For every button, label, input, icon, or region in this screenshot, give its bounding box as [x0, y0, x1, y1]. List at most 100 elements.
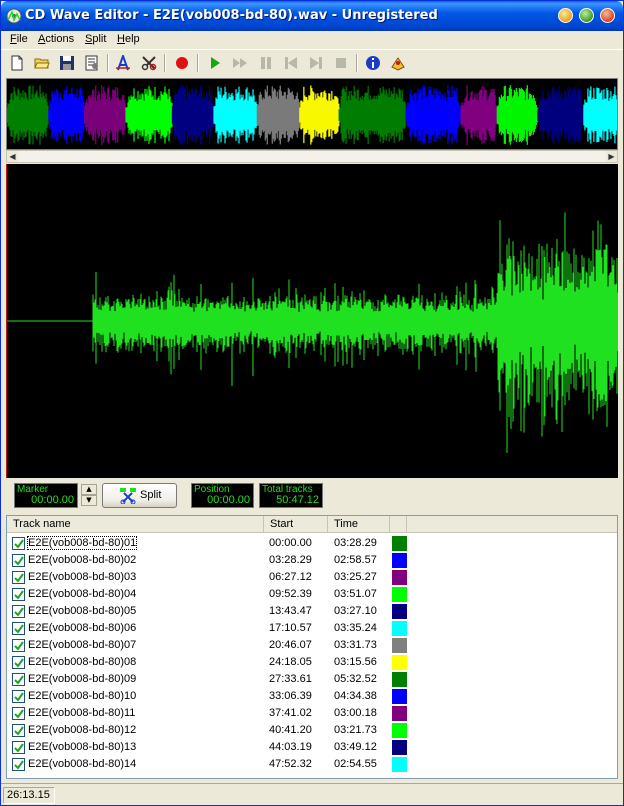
track-row[interactable]: E2E(vob008-bd-80)11 37:41.02 03:00.18	[7, 705, 617, 722]
track-color-swatch	[392, 621, 407, 636]
track-row[interactable]: E2E(vob008-bd-80)10 33:06.39 04:34.38	[7, 688, 617, 705]
column-header-start[interactable]: Start	[264, 516, 328, 533]
help-book-icon[interactable]	[388, 53, 408, 73]
menu-actions[interactable]: Actions	[38, 33, 74, 45]
column-header-track-name[interactable]: Track name	[7, 516, 264, 533]
track-start: 47:52.32	[269, 758, 312, 770]
track-row[interactable]: E2E(vob008-bd-80)08 24:18.05 03:15.56	[7, 654, 617, 671]
track-row[interactable]: E2E(vob008-bd-80)07 20:46.07 03:31.73	[7, 637, 617, 654]
track-color-swatch	[392, 706, 407, 721]
track-start: 37:41.02	[269, 707, 312, 719]
track-checkbox[interactable]	[12, 554, 25, 567]
checkmark-icon	[14, 573, 24, 583]
info-icon[interactable]	[363, 53, 383, 73]
track-name: E2E(vob008-bd-80)04	[28, 588, 137, 600]
record-icon[interactable]	[172, 53, 192, 73]
scroll-left-icon[interactable]: ◀	[7, 151, 18, 162]
column-header-time[interactable]: Time	[328, 516, 390, 533]
track-time: 03:31.73	[334, 639, 377, 651]
close-button[interactable]	[600, 8, 615, 23]
checkmark-icon	[14, 556, 24, 566]
track-row[interactable]: E2E(vob008-bd-80)06 17:10.57 03:35.24	[7, 620, 617, 637]
split-marker-icon[interactable]	[139, 53, 159, 73]
track-name: E2E(vob008-bd-80)11	[28, 707, 136, 719]
track-start: 33:06.39	[269, 690, 312, 702]
overview-track-segment	[496, 85, 538, 145]
menu-split[interactable]: Split	[85, 33, 106, 45]
scroll-right-icon[interactable]: ▶	[606, 151, 617, 162]
track-overview-waveform[interactable]	[6, 78, 618, 150]
play-icon[interactable]	[205, 53, 225, 73]
track-list[interactable]: Track name Start Time E2E(vob008-bd-80)0…	[6, 515, 618, 779]
track-checkbox[interactable]	[12, 537, 25, 550]
track-checkbox[interactable]	[12, 571, 25, 584]
track-row[interactable]: E2E(vob008-bd-80)02 03:28.29 02:58.57	[7, 552, 617, 569]
overview-track-segment	[84, 85, 127, 145]
track-checkbox[interactable]	[12, 639, 25, 652]
track-time: 03:51.07	[334, 588, 377, 600]
track-row[interactable]: E2E(vob008-bd-80)04 09:52.39 03:51.07	[7, 586, 617, 603]
track-row[interactable]: E2E(vob008-bd-80)13 44:03.19 03:49.12	[7, 739, 617, 756]
menu-help[interactable]: Help	[117, 33, 140, 45]
stop-icon[interactable]	[331, 53, 351, 73]
track-start: 44:03.19	[269, 741, 312, 753]
save-icon[interactable]	[57, 53, 77, 73]
column-header-color[interactable]	[390, 516, 407, 533]
spin-down-icon[interactable]: ▼	[81, 495, 97, 506]
track-color-swatch	[392, 723, 407, 738]
track-checkbox[interactable]	[12, 690, 25, 703]
track-row[interactable]: E2E(vob008-bd-80)09 27:33.61 05:32.52	[7, 671, 617, 688]
track-start: 27:33.61	[269, 673, 312, 685]
autosplit-icon[interactable]	[113, 53, 133, 73]
track-start: 24:18.05	[269, 656, 312, 668]
pause-icon[interactable]	[256, 53, 276, 73]
toolbar	[1, 49, 623, 76]
split-button[interactable]: Split	[102, 483, 177, 508]
toolbar-separator	[107, 54, 109, 72]
track-checkbox[interactable]	[12, 605, 25, 618]
overview-track-segment	[338, 85, 406, 145]
spin-up-icon[interactable]: ▲	[81, 484, 97, 495]
main-waveform-view[interactable]	[6, 164, 618, 478]
app-window: CD Wave Editor - E2E(vob008-bd-80).wav -…	[0, 0, 624, 806]
track-time: 02:58.57	[334, 554, 377, 566]
track-checkbox[interactable]	[12, 707, 25, 720]
menu-file[interactable]: File	[10, 33, 28, 45]
track-checkbox[interactable]	[12, 673, 25, 686]
checkmark-icon	[14, 539, 24, 549]
track-checkbox[interactable]	[12, 588, 25, 601]
track-row[interactable]: E2E(vob008-bd-80)03 06:27.12 03:25.27	[7, 569, 617, 586]
maximize-button[interactable]	[579, 8, 594, 23]
track-row[interactable]: E2E(vob008-bd-80)05 13:43.47 03:27.10	[7, 603, 617, 620]
track-checkbox[interactable]	[12, 622, 25, 635]
track-checkbox[interactable]	[12, 758, 25, 771]
track-row[interactable]: E2E(vob008-bd-80)01 00:00.00 03:28.29	[7, 535, 617, 552]
overview-track-segment	[405, 85, 462, 145]
toolbar-separator	[356, 54, 358, 72]
checkmark-icon	[14, 709, 24, 719]
menu-bar: File Actions Split Help	[1, 31, 623, 48]
overview-waveform-graphic	[7, 85, 617, 145]
checkmark-icon	[14, 607, 24, 617]
new-icon[interactable]	[7, 53, 27, 73]
track-checkbox[interactable]	[12, 741, 25, 754]
track-time: 03:00.18	[334, 707, 377, 719]
minimize-button[interactable]	[558, 8, 573, 23]
marker-spinner[interactable]: ▲ ▼	[81, 484, 97, 507]
track-checkbox[interactable]	[12, 724, 25, 737]
track-row[interactable]: E2E(vob008-bd-80)12 40:41.20 03:21.73	[7, 722, 617, 739]
properties-icon[interactable]	[82, 53, 102, 73]
title-bar[interactable]: CD Wave Editor - E2E(vob008-bd-80).wav -…	[1, 1, 623, 31]
track-name: E2E(vob008-bd-80)10	[28, 690, 137, 702]
track-time: 02:54.55	[334, 758, 377, 770]
fast-forward-icon[interactable]	[230, 53, 250, 73]
track-time: 03:28.29	[334, 537, 377, 549]
next-track-icon[interactable]	[306, 53, 326, 73]
open-icon[interactable]	[32, 53, 52, 73]
track-checkbox[interactable]	[12, 656, 25, 669]
track-row[interactable]: E2E(vob008-bd-80)14 47:52.32 02:54.55	[7, 756, 617, 773]
prev-track-icon[interactable]	[281, 53, 301, 73]
toolbar-separator	[197, 54, 199, 72]
horizontal-scrollbar[interactable]: ◀ ▶	[6, 150, 618, 163]
track-list-header: Track name Start Time	[7, 516, 617, 533]
